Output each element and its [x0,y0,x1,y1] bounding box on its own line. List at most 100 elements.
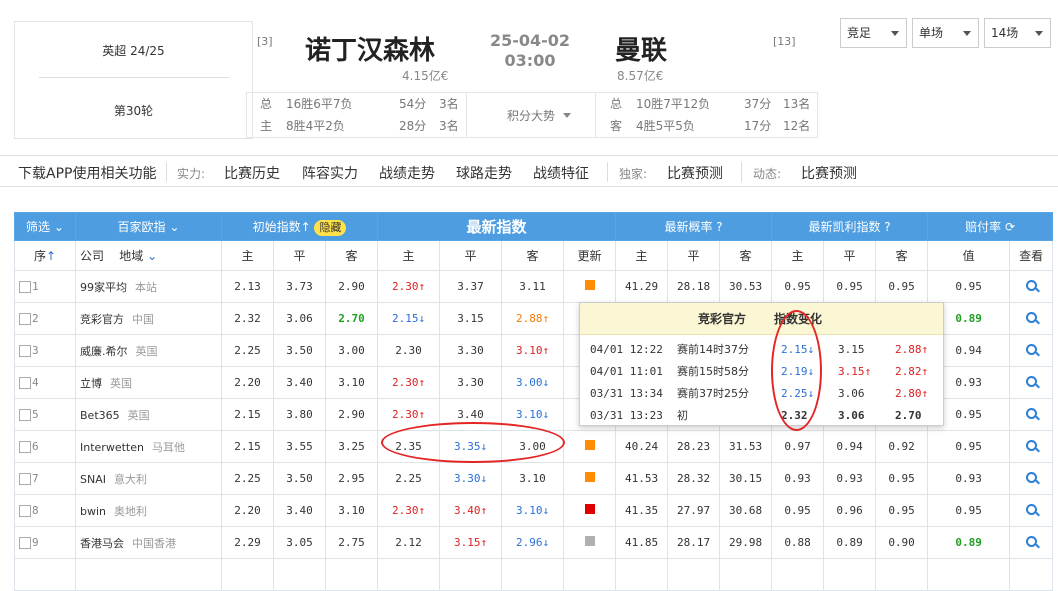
company-name[interactable]: 立博 [80,377,102,390]
company-name[interactable]: 香港马会 [80,537,124,550]
chevron-down-icon[interactable]: ⌄ [147,249,157,263]
initial-odds-header[interactable]: 初始指数↑ 隐藏 [220,212,379,241]
row-select[interactable]: 6 [14,430,76,463]
games-select[interactable]: 14场 [984,18,1051,48]
row-select[interactable]: 5 [14,398,76,431]
help-icon[interactable]: ? [884,220,890,234]
company-cell[interactable]: 香港马会 中国香港 [75,526,222,559]
checkbox[interactable] [19,409,31,421]
row-select[interactable]: 4 [14,366,76,399]
region-filter[interactable]: 地域 [119,249,143,263]
search-icon[interactable] [1025,343,1037,355]
latest-draw-odds[interactable]: 3.30↓ [439,462,503,495]
search-icon[interactable] [1025,279,1037,291]
away-team-name[interactable]: 曼联 [615,30,667,67]
company-cell[interactable]: 99家平均 本站 [75,270,222,303]
lottery-select[interactable]: 竞足 [840,18,907,48]
view-button[interactable] [1009,430,1054,463]
company-cell[interactable]: SNAI 意大利 [75,462,222,495]
view-button[interactable] [1009,302,1054,335]
help-icon[interactable]: ? [716,220,722,234]
payout-header[interactable]: 赔付率 ⟳ [927,212,1054,241]
row-select[interactable]: 7 [14,462,76,495]
standings-trend-button[interactable]: 积分大势 [466,93,596,137]
checkbox[interactable] [19,537,31,549]
checkbox[interactable] [19,377,31,389]
view-button[interactable] [1009,398,1054,431]
search-icon[interactable] [1025,311,1037,323]
company-cell[interactable]: Interwetten 马耳他 [75,430,222,463]
search-icon[interactable] [1025,407,1037,419]
checkbox[interactable] [19,441,31,453]
league-name[interactable]: 英超 24/25 [15,42,252,59]
checkbox[interactable] [19,505,31,517]
company-cell[interactable]: 竞彩官方 中国 [75,302,222,335]
latest-draw-odds[interactable]: 3.40↑ [439,494,503,527]
refresh-icon[interactable]: ⟳ [1005,220,1015,234]
latest-draw-odds[interactable]: 3.15↑ [439,526,503,559]
view-button[interactable] [1009,462,1054,495]
latest-away-odds[interactable]: 3.10↑ [501,334,565,367]
update-indicator[interactable] [563,270,617,303]
view-button[interactable] [1009,494,1054,527]
latest-away-odds[interactable]: 3.10↓ [501,494,565,527]
row-select[interactable]: 8 [14,494,76,527]
checkbox[interactable] [19,313,31,325]
latest-home-odds[interactable]: 2.25 [377,462,441,495]
checkbox[interactable] [19,281,31,293]
latest-home-odds[interactable]: 2.15↓ [377,302,441,335]
checkbox[interactable] [19,473,31,485]
home-team-name[interactable]: 诺丁汉森林 [305,30,435,67]
view-button[interactable] [1009,270,1054,303]
view-button[interactable] [1009,366,1054,399]
company-cell[interactable]: bwin 奥地利 [75,494,222,527]
update-indicator[interactable] [563,462,617,495]
latest-away-odds[interactable]: 3.00↓ [501,366,565,399]
row-select[interactable]: 3 [14,334,76,367]
update-indicator[interactable] [563,430,617,463]
hide-toggle[interactable]: 隐藏 [314,219,347,236]
company-name[interactable]: 竞彩官方 [80,313,124,326]
company-name[interactable]: SNAI [80,473,106,486]
view-button[interactable] [1009,526,1054,559]
download-app-link[interactable]: 下载APP使用相关功能 [18,163,156,183]
company-cell[interactable]: Bet365 英国 [75,398,222,431]
company-cell[interactable]: 威廉.希尔 英国 [75,334,222,367]
latest-draw-odds[interactable]: 3.15 [439,302,503,335]
latest-draw-odds[interactable]: 3.30 [439,366,503,399]
europe-odds-button[interactable]: 百家欧指 ⌄ [75,212,222,241]
bet-type-select[interactable]: 单场 [912,18,979,48]
company-name[interactable]: Bet365 [80,409,120,422]
checkbox[interactable] [19,345,31,357]
latest-away-odds[interactable]: 2.96↓ [501,526,565,559]
nav-form-trend[interactable]: 战绩走势 [379,163,435,183]
seq-header[interactable]: 序↑ [14,240,76,271]
latest-home-odds[interactable]: 2.30↑ [377,366,441,399]
row-select[interactable]: 1 [14,270,76,303]
search-icon[interactable] [1025,503,1037,515]
update-indicator[interactable] [563,494,617,527]
latest-away-odds[interactable]: 3.11 [501,270,565,303]
filter-button[interactable]: 筛选 ⌄ [14,212,76,241]
nav-lineup-strength[interactable]: 阵容实力 [302,163,358,183]
nav-dynamic-prediction[interactable]: 比赛预测 [801,163,857,183]
latest-home-odds[interactable]: 2.12 [377,526,441,559]
update-indicator[interactable] [563,526,617,559]
row-select[interactable]: 2 [14,302,76,335]
search-icon[interactable] [1025,439,1037,451]
row-select[interactable]: 9 [14,526,76,559]
latest-away-odds[interactable]: 2.88↑ [501,302,565,335]
view-button[interactable] [1009,334,1054,367]
company-cell[interactable]: 立博 英国 [75,366,222,399]
company-name[interactable]: 99家平均 [80,281,127,294]
latest-draw-odds[interactable]: 3.30 [439,334,503,367]
company-name[interactable]: 威廉.希尔 [80,345,128,358]
latest-draw-odds[interactable]: 3.37 [439,270,503,303]
search-icon[interactable] [1025,471,1037,483]
nav-form-features[interactable]: 战绩特征 [533,163,589,183]
nav-exclusive-prediction[interactable]: 比赛预测 [667,163,723,183]
company-name[interactable]: Interwetten [80,441,144,454]
latest-home-odds[interactable]: 2.30↑ [377,494,441,527]
nav-match-history[interactable]: 比赛历史 [224,163,280,183]
search-icon[interactable] [1025,375,1037,387]
